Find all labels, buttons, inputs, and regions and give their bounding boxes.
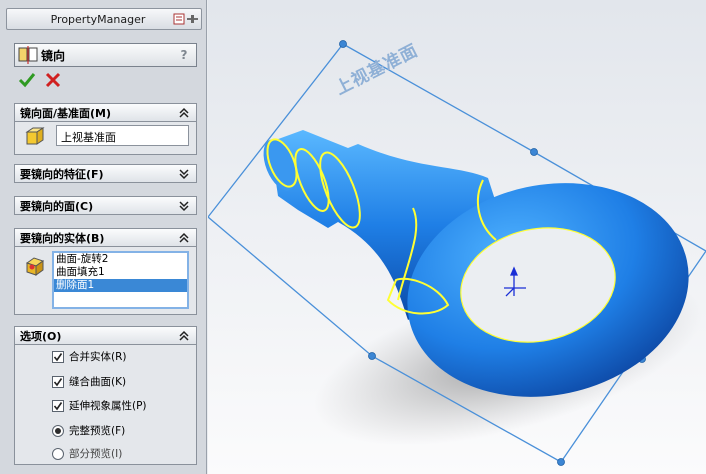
mirror-plane-selection-field[interactable]: 上视基准面 bbox=[56, 125, 189, 146]
knit-surfaces-option[interactable]: 缝合曲面(K) bbox=[52, 374, 126, 389]
partial-preview-option[interactable]: 部分预览(I) bbox=[52, 446, 122, 461]
options-group-header[interactable]: 选项(O) bbox=[14, 326, 197, 345]
list-item[interactable]: 曲面-旋转2 bbox=[54, 253, 187, 266]
panel-title: PropertyManager bbox=[50, 12, 146, 26]
close-icon bbox=[45, 72, 61, 88]
check-icon bbox=[18, 73, 36, 88]
property-manager-panel: PropertyManager 镜向 ? 镜向面/基准面(M) 上视基准面 要镜… bbox=[0, 0, 207, 474]
merge-solids-option[interactable]: 合并实体(R) bbox=[52, 349, 127, 364]
features-to-mirror-label: 要镜向的特征(F) bbox=[20, 167, 104, 181]
model-canvas bbox=[208, 0, 706, 474]
feature-header: 镜向 ? bbox=[14, 43, 197, 67]
chevron-up-icon[interactable] bbox=[177, 106, 191, 120]
list-item-selected[interactable]: 删除面1 bbox=[54, 279, 187, 292]
knit-surfaces-checkbox[interactable] bbox=[52, 375, 64, 388]
faces-to-mirror-label: 要镜向的面(C) bbox=[20, 199, 94, 213]
graphics-viewport[interactable]: 上视基准面 bbox=[208, 0, 706, 474]
ok-button[interactable] bbox=[18, 71, 36, 89]
plane-handle bbox=[339, 40, 347, 48]
property-manager-tab[interactable]: PropertyManager bbox=[6, 8, 202, 30]
knit-surfaces-label: 缝合曲面(K) bbox=[69, 376, 127, 388]
list-item[interactable]: 曲面填充1 bbox=[54, 266, 187, 279]
options-group-label: 选项(O) bbox=[20, 329, 62, 343]
solid-body-icon bbox=[25, 257, 45, 276]
merge-solids-checkbox[interactable] bbox=[52, 350, 64, 363]
partial-preview-radio[interactable] bbox=[52, 447, 64, 460]
full-preview-option[interactable]: 完整预览(F) bbox=[52, 423, 125, 438]
chevron-up-icon[interactable] bbox=[177, 231, 191, 245]
bodies-selection-list[interactable]: 曲面-旋转2 曲面填充1 删除面1 bbox=[52, 251, 189, 309]
propagate-visual-label: 延伸视象属性(P) bbox=[69, 400, 147, 412]
plane-face-icon bbox=[25, 127, 45, 145]
chevron-down-icon[interactable] bbox=[177, 199, 191, 213]
propagate-visual-checkbox[interactable] bbox=[52, 399, 64, 412]
plane-handle bbox=[368, 352, 376, 360]
plane-handle bbox=[530, 148, 538, 156]
pin-icon[interactable] bbox=[171, 11, 201, 27]
help-icon[interactable]: ? bbox=[176, 47, 192, 63]
bodies-to-mirror-header[interactable]: 要镜向的实体(B) bbox=[14, 228, 197, 247]
mirror-feature-icon bbox=[18, 46, 38, 64]
cancel-button[interactable] bbox=[44, 71, 62, 89]
bodies-to-mirror-label: 要镜向的实体(B) bbox=[20, 231, 105, 245]
propagate-visual-option[interactable]: 延伸视象属性(P) bbox=[52, 398, 147, 413]
mirror-plane-group-label: 镜向面/基准面(M) bbox=[20, 106, 112, 120]
full-preview-label: 完整预览(F) bbox=[69, 425, 126, 437]
mirror-plane-group-header[interactable]: 镜向面/基准面(M) bbox=[14, 103, 197, 122]
chevron-down-icon[interactable] bbox=[177, 167, 191, 181]
feature-title: 镜向 bbox=[41, 48, 66, 63]
faces-to-mirror-header[interactable]: 要镜向的面(C) bbox=[14, 196, 197, 215]
partial-preview-label: 部分预览(I) bbox=[69, 448, 123, 460]
full-preview-radio[interactable] bbox=[52, 424, 64, 437]
chevron-up-icon[interactable] bbox=[177, 329, 191, 343]
plane-handle bbox=[557, 458, 565, 466]
features-to-mirror-header[interactable]: 要镜向的特征(F) bbox=[14, 164, 197, 183]
merge-solids-label: 合并实体(R) bbox=[69, 351, 127, 363]
